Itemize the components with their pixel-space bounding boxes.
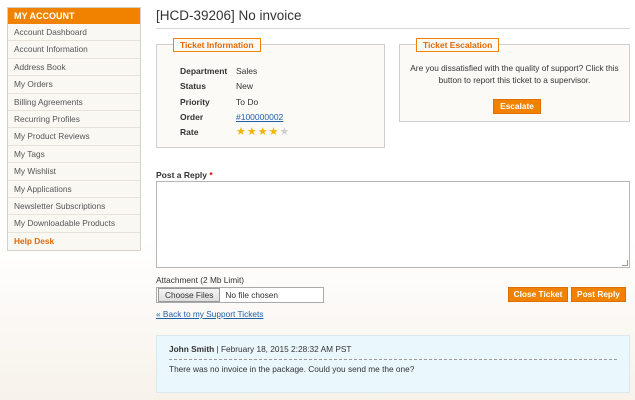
sidebar-item-newsletter-subscriptions[interactable]: Newsletter Subscriptions: [8, 198, 140, 216]
sidebar-item-recurring-profiles[interactable]: Recurring Profiles: [8, 111, 140, 129]
sidebar-item-my-orders[interactable]: My Orders: [8, 76, 140, 94]
info-label: Order: [180, 111, 204, 122]
ticket-information-box: Ticket Information Department Sales Stat…: [156, 38, 385, 148]
back-to-tickets-link[interactable]: « Back to my Support Tickets: [156, 309, 263, 319]
post-reply-label-text: Post a Reply: [156, 170, 208, 180]
message-item: John Smith | February 18, 2015 2:28:32 A…: [156, 335, 630, 393]
title-divider: [156, 28, 630, 29]
order-link[interactable]: #100000002: [236, 110, 283, 125]
info-label: Rate: [180, 127, 199, 138]
info-row-status: Status New: [180, 79, 289, 94]
close-ticket-button[interactable]: Close Ticket: [508, 287, 568, 302]
reply-textarea[interactable]: [156, 181, 630, 268]
sidebar-item-account-information[interactable]: Account Information: [8, 41, 140, 59]
info-row-department: Department Sales: [180, 64, 289, 79]
info-label: Department: [180, 66, 228, 76]
choose-files-button[interactable]: Choose Files: [158, 288, 221, 302]
sidebar-item-account-dashboard[interactable]: Account Dashboard: [8, 24, 140, 42]
info-row-priority: Priority To Do: [180, 95, 289, 110]
post-reply-label: Post a Reply *: [156, 170, 213, 180]
escalate-button[interactable]: Escalate: [493, 99, 541, 114]
sidebar-item-my-tags[interactable]: My Tags: [8, 146, 140, 164]
message-header: John Smith | February 18, 2015 2:28:32 A…: [169, 344, 351, 354]
message-date: February 18, 2015 2:28:32 AM PST: [220, 344, 352, 354]
attachment-label: Attachment (2 Mb Limit): [156, 275, 245, 285]
post-reply-button[interactable]: Post Reply: [571, 287, 626, 302]
account-sidebar: MY ACCOUNT Account Dashboard Account Inf…: [7, 7, 141, 252]
sidebar-item-my-wishlist[interactable]: My Wishlist: [8, 163, 140, 181]
department-value: Sales: [236, 66, 258, 76]
sidebar-item-billing-agreements[interactable]: Billing Agreements: [8, 94, 140, 111]
sidebar-item-my-applications[interactable]: My Applications: [8, 181, 140, 198]
message-text: There was no invoice in the package. Cou…: [169, 364, 415, 374]
required-mark: *: [209, 170, 213, 180]
message-author: John Smith: [169, 344, 215, 354]
star-icon[interactable]: ★: [236, 125, 246, 140]
sidebar-item-help-desk: Help Desk: [14, 235, 55, 246]
ticket-info-table: Department Sales Status New Priority To …: [180, 64, 289, 140]
sidebar-item-address-book[interactable]: Address Book: [8, 59, 140, 77]
ticket-escalation-box: Ticket Escalation Are you dissatisfied w…: [399, 38, 630, 122]
status-value: New: [236, 81, 254, 92]
star-icon[interactable]: ★: [247, 125, 257, 140]
message-separator: |: [216, 344, 219, 354]
ticket-information-legend: Ticket Information: [173, 38, 261, 52]
page: MY ACCOUNT Account Dashboard Account Inf…: [0, 0, 635, 400]
priority-value: To Do: [236, 96, 259, 107]
info-row-order: Order #100000002: [180, 110, 289, 125]
info-label: Priority: [180, 96, 210, 107]
ticket-escalation-legend: Ticket Escalation: [416, 38, 500, 52]
info-row-rate: Rate ★ ★ ★ ★ ★: [180, 125, 289, 140]
info-label: Status: [180, 81, 206, 92]
star-icon[interactable]: ★: [269, 125, 279, 140]
sidebar-item-my-downloadable-products[interactable]: My Downloadable Products: [8, 215, 140, 233]
escalation-text: Are you dissatisfied with the quality of…: [410, 63, 619, 85]
star-icon[interactable]: ★: [280, 125, 290, 140]
no-file-text: No file chosen: [225, 290, 278, 300]
sidebar-title: MY ACCOUNT: [8, 8, 140, 24]
message-divider: [169, 359, 617, 360]
star-icon[interactable]: ★: [258, 125, 268, 140]
sidebar-item-my-product-reviews[interactable]: My Product Reviews: [8, 128, 140, 146]
resize-grip-icon[interactable]: [622, 260, 628, 266]
file-input[interactable]: Choose Files No file chosen: [156, 287, 324, 303]
rating-stars[interactable]: ★ ★ ★ ★ ★: [236, 125, 289, 140]
page-title: [HCD-39206] No invoice: [156, 8, 302, 23]
